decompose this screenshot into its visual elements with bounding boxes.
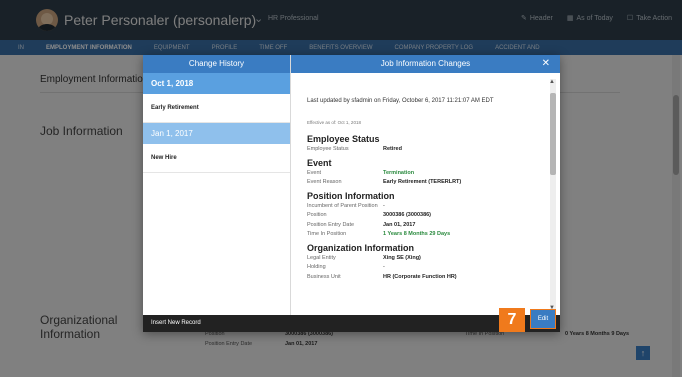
step-number-badge: 7 <box>499 308 525 332</box>
detail-row: Time In Position 1 Years 8 Months 29 Day… <box>307 230 542 240</box>
section-title-position-information: Position Information <box>307 190 395 201</box>
detail-row: Incumbent of Parent Position - <box>307 202 542 212</box>
detail-row: Holding - <box>307 263 542 273</box>
detail-value: - <box>383 202 385 209</box>
detail-row: Legal Entity Xing SE (Xing) <box>307 254 542 264</box>
change-details: Employee Status Employee Status Retired … <box>307 131 542 282</box>
job-information-changes-title: Job Information Changes ✕ <box>291 55 560 73</box>
section-title-employee-status: Employee Status <box>307 134 380 144</box>
detail-value: 3000386 (3000386) <box>383 212 432 218</box>
changes-scroll-area[interactable]: Last updated by sfadmin on Friday, Octob… <box>291 73 560 315</box>
dialog-title: Job Information Changes <box>380 59 471 68</box>
detail-value: Jan 01, 2017 <box>383 221 416 228</box>
dialog-scrollbar[interactable]: ▲ ▼ <box>549 79 556 311</box>
detail-value: 1 Years 8 Months 29 Days <box>383 231 451 237</box>
history-event-new-hire[interactable]: New Hire <box>143 144 290 173</box>
detail-label: Position <box>307 212 327 218</box>
close-icon[interactable]: ✕ <box>542 55 550 73</box>
detail-row: Position 3000386 (3000386) <box>307 211 542 221</box>
edit-button[interactable]: Edit <box>530 309 556 329</box>
detail-value: Retired <box>383 146 402 152</box>
detail-value: Termination <box>383 169 415 176</box>
section-title-organization-information: Organization Information <box>307 242 414 253</box>
scrollbar-thumb[interactable] <box>550 93 556 175</box>
last-updated-text: Last updated by sfadmin on Friday, Octob… <box>307 98 494 104</box>
effective-date-text: Effective as of: Oct 1, 2018 <box>307 120 361 125</box>
detail-label: Holding <box>307 264 326 270</box>
detail-row: Position Entry Date Jan 01, 2017 <box>307 221 542 231</box>
detail-label: Time In Position <box>307 231 347 237</box>
insert-new-record-button[interactable]: Insert New Record <box>143 315 291 332</box>
detail-label: Incumbent of Parent Position <box>307 202 378 209</box>
detail-value: HR (Corporate Function HR) <box>383 273 457 280</box>
scroll-up-icon[interactable]: ▲ <box>549 79 555 85</box>
change-history-title: Change History <box>143 55 290 73</box>
detail-row: Business Unit HR (Corporate Function HR) <box>307 273 542 283</box>
detail-row: Employee Status Retired <box>307 145 542 155</box>
detail-label: Employee Status <box>307 146 349 152</box>
detail-label: Position Entry Date <box>307 221 355 228</box>
detail-row: Event Reason Early Retirement (TERERLRT) <box>307 178 542 188</box>
detail-label: Event Reason <box>307 179 342 185</box>
detail-label: Legal Entity <box>307 254 336 261</box>
history-event-early-retirement[interactable]: Early Retirement <box>143 94 290 123</box>
job-information-changes-pane: Job Information Changes ✕ Last updated b… <box>291 55 560 332</box>
detail-label: Event <box>307 169 322 176</box>
detail-value: Xing SE (Xing) <box>383 254 421 261</box>
detail-row: Event Termination <box>307 169 542 179</box>
detail-value: - <box>383 264 385 270</box>
detail-label: Business Unit <box>307 273 341 280</box>
section-title-event: Event <box>307 157 332 168</box>
detail-value: Early Retirement (TERERLRT) <box>383 179 462 185</box>
history-date-jan-1-2017[interactable]: Jan 1, 2017 <box>143 123 290 144</box>
history-date-oct-1-2018[interactable]: Oct 1, 2018 <box>143 73 290 94</box>
history-dialog: Change History Oct 1, 2018 Early Retirem… <box>143 55 560 332</box>
change-history-pane: Change History Oct 1, 2018 Early Retirem… <box>143 55 291 332</box>
